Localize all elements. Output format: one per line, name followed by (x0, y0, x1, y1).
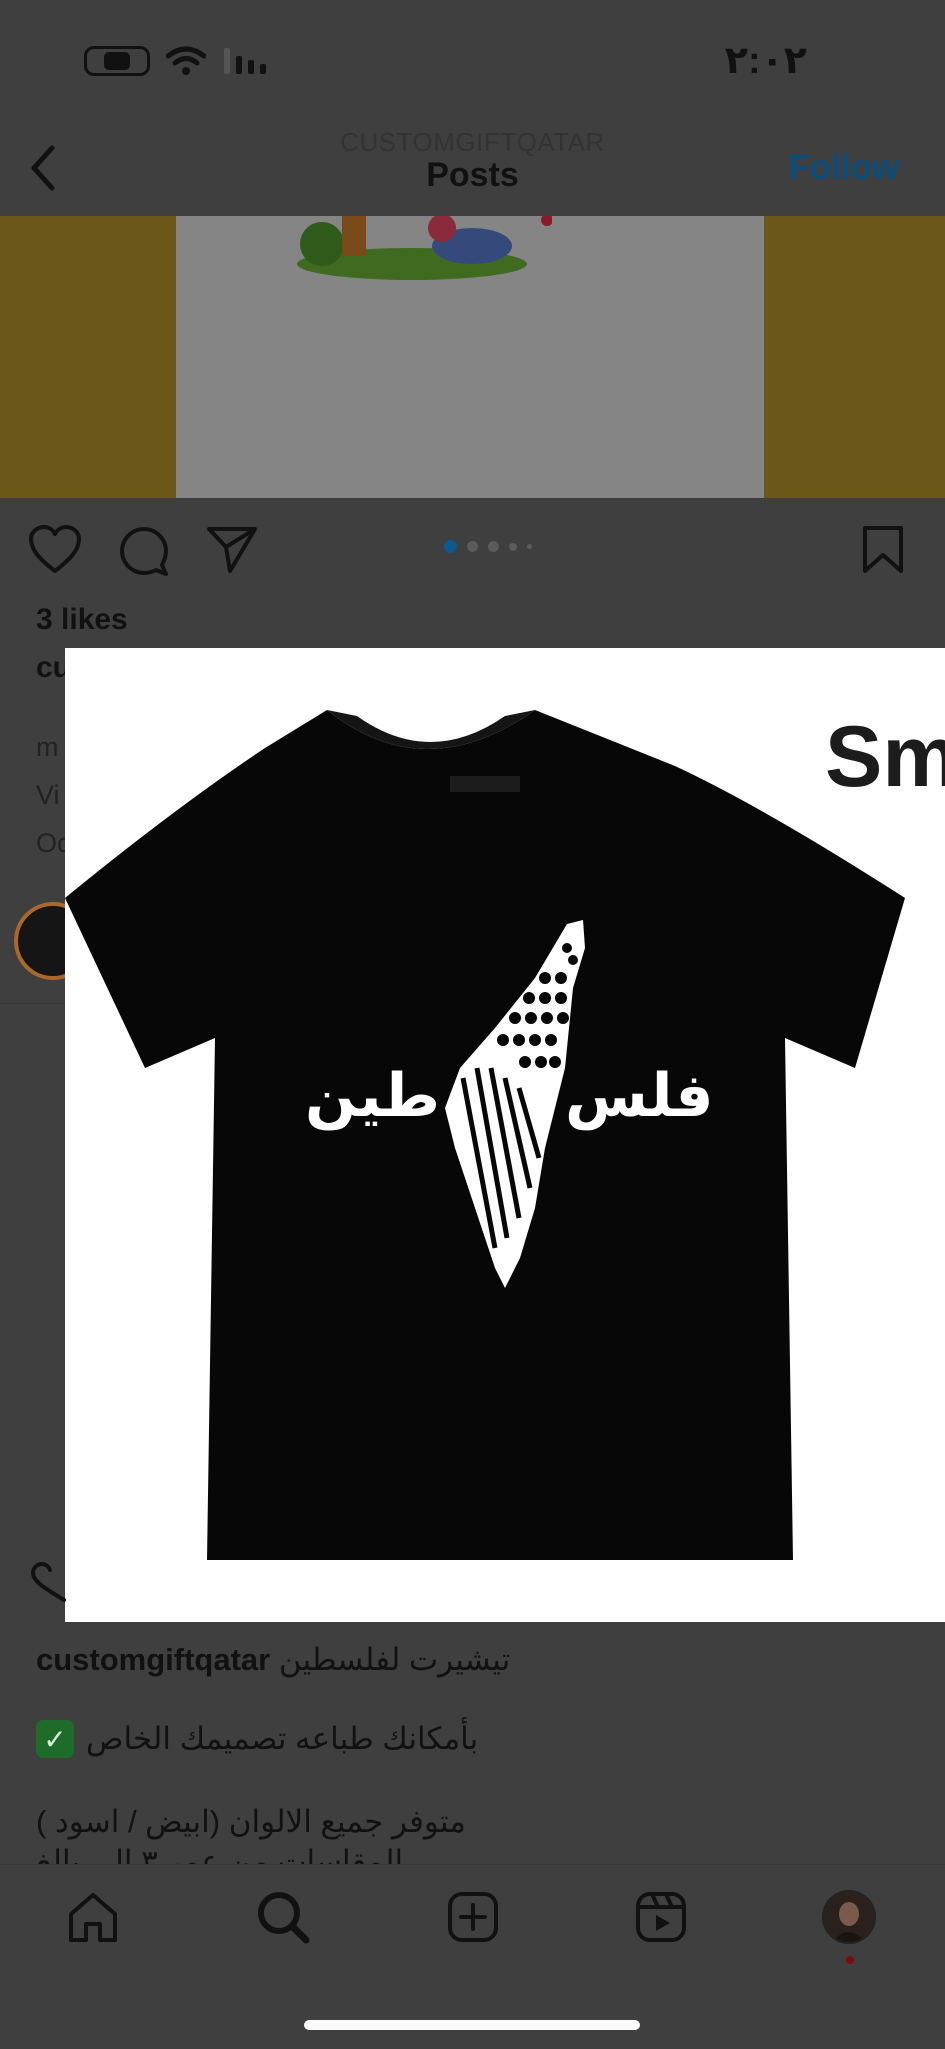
save-bookmark-icon[interactable] (861, 525, 905, 575)
like-heart-icon-peek[interactable] (30, 1562, 70, 1602)
likes-count[interactable]: 3 likes (36, 603, 128, 637)
post-image-preview-popup[interactable]: طين فلس Sm (65, 648, 945, 1622)
carousel-indicator (444, 540, 532, 553)
home-indicator[interactable] (304, 2020, 640, 2030)
caption-text: تيشيرت لفلسطين (278, 1642, 511, 1677)
shirt-print-text-2: فلس (565, 1061, 714, 1131)
comment-icon[interactable] (118, 525, 170, 577)
like-heart-icon[interactable] (28, 525, 82, 575)
caption-fragment: m (36, 732, 59, 762)
post-image-previous[interactable] (0, 216, 945, 498)
caption-username[interactable]: customgiftqatar (36, 1642, 270, 1677)
caption-line-1: customgiftqatar تيشيرت لفلسطين (36, 1642, 510, 1678)
carousel-dot (527, 544, 532, 549)
search-icon[interactable] (256, 1890, 310, 1944)
caption-text-2: بأمكانك طباعه تصميمك الخاص (86, 1721, 479, 1756)
carousel-dot (467, 541, 478, 552)
follow-button[interactable]: Follow (788, 148, 899, 188)
carousel-dot-active (444, 540, 457, 553)
wifi-icon (166, 46, 206, 75)
reels-icon[interactable] (634, 1890, 688, 1944)
tshirt-print-art (297, 216, 552, 280)
black-tshirt-image: طين فلس (65, 710, 905, 1560)
carousel-dot (488, 541, 499, 552)
view-comments-fragment[interactable]: Vi (36, 780, 60, 811)
checkmark-icon: ✓ (36, 1720, 74, 1758)
caption-line-2: ✓ بأمكانك طباعه تصميمك الخاص (36, 1720, 478, 1758)
notification-dot (846, 1956, 854, 1964)
shirt-print-text: طين (305, 1061, 440, 1131)
create-post-icon[interactable] (446, 1890, 500, 1944)
status-time: ٢:٠٢ (724, 40, 807, 82)
status-icons (84, 46, 272, 76)
share-send-icon[interactable] (206, 525, 258, 575)
battery-icon (84, 46, 150, 76)
home-icon[interactable] (66, 1890, 120, 1944)
carousel-dot (509, 542, 517, 551)
caption-line-4: المقاسات من عمر ٣ الى بالغ (36, 1848, 936, 1864)
popup-side-text: Sm (825, 709, 945, 805)
caption-line-4-clip: المقاسات من عمر ٣ الى بالغ (36, 1848, 936, 1864)
profile-avatar[interactable] (822, 1890, 876, 1944)
cellular-signal-icon (224, 48, 266, 74)
caption-line-3: متوفر جميع الالوان (ابيض / اسود ) (36, 1804, 466, 1839)
